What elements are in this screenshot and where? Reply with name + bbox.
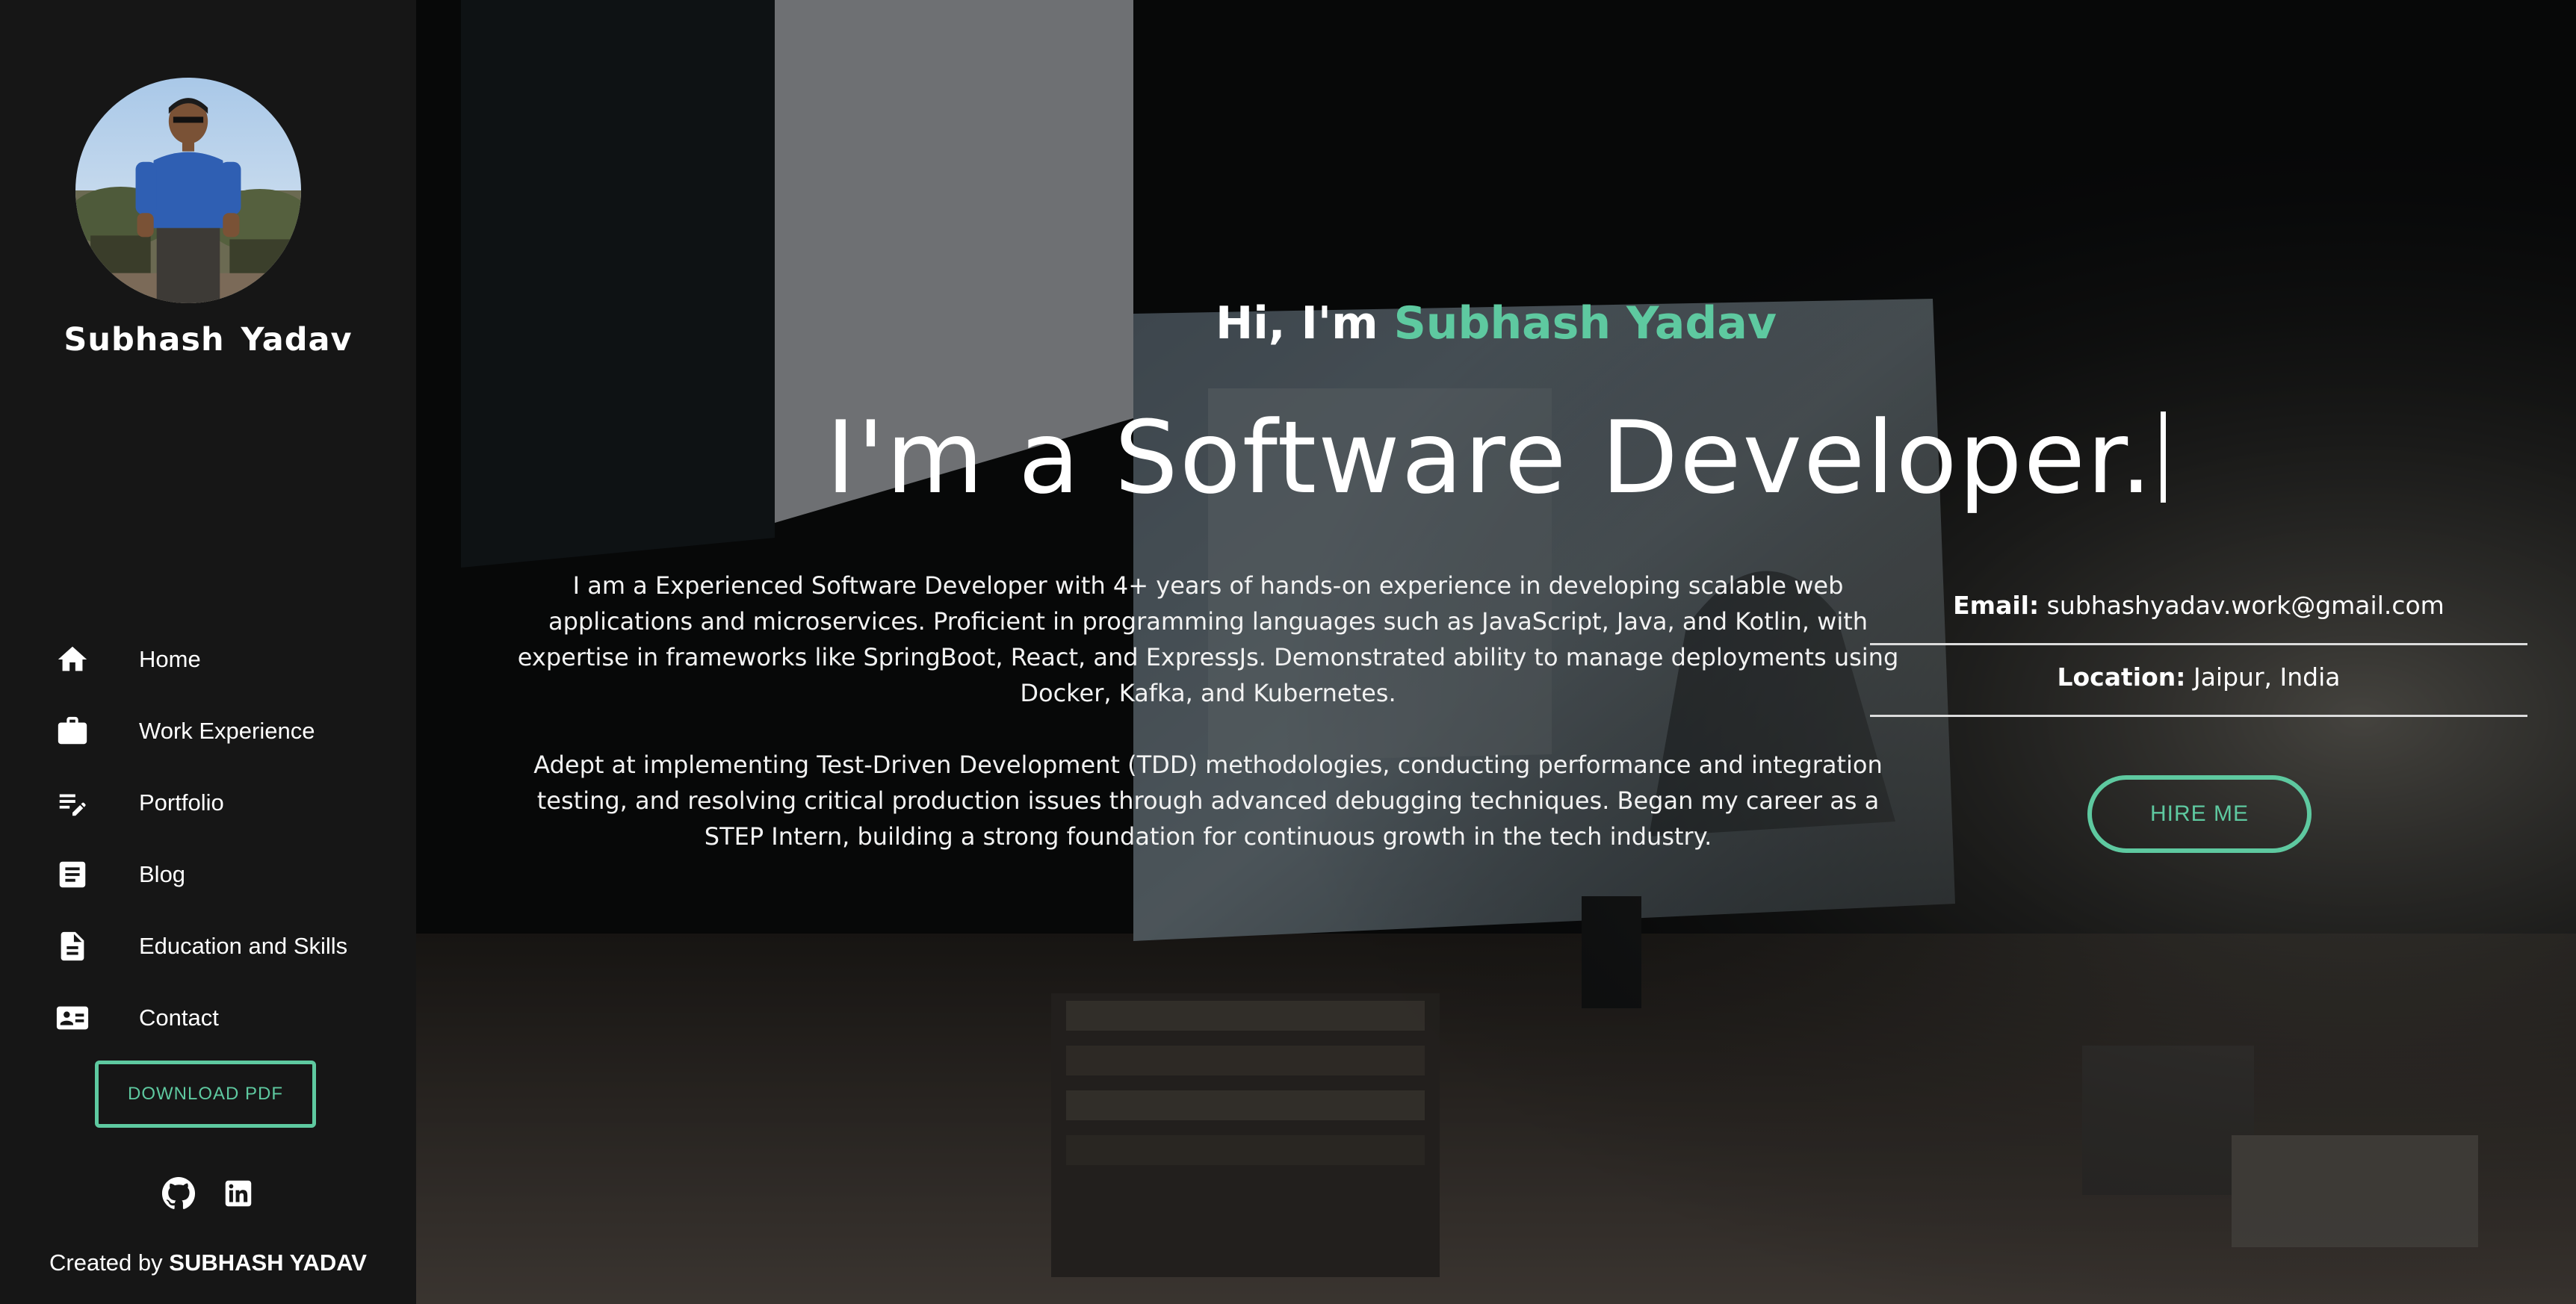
- nav-label: Contact: [139, 1005, 219, 1031]
- home-icon: [55, 642, 90, 677]
- nav-label: Home: [139, 646, 201, 672]
- hero-headline: I'm a Software Developer.: [416, 400, 2576, 516]
- document-icon: [55, 929, 90, 963]
- nav-label: Portfolio: [139, 789, 224, 816]
- about-paragraph: I am a Experienced Software Developer wi…: [517, 571, 1899, 707]
- profile-name: Subhash Yadav: [64, 321, 353, 358]
- location-row: Location: Jaipur, India: [1870, 645, 2527, 717]
- hire-me-button[interactable]: HIRE ME: [2087, 775, 2312, 853]
- sidebar: Subhash Yadav Home Work Experience Portf…: [0, 0, 416, 1304]
- edit-note-icon: [55, 786, 90, 820]
- email-row: Email: subhashyadav.work@gmail.com: [1870, 574, 2527, 645]
- article-icon: [55, 857, 90, 892]
- sidebar-nav: Home Work Experience Portfolio Blog Educ…: [0, 624, 416, 1054]
- email-label: Email:: [1953, 591, 2040, 620]
- nav-label: Education and Skills: [139, 933, 348, 959]
- greeting-prefix: Hi, I'm: [1216, 297, 1394, 350]
- contact-info: Email: subhashyadav.work@gmail.com Locat…: [1870, 574, 2527, 717]
- footer-credit: Created by SUBHASH YADAV: [0, 1249, 416, 1276]
- hero-greeting: Hi, I'm Subhash Yadav: [416, 297, 2576, 350]
- location-label: Location:: [2057, 662, 2186, 692]
- credit-name: SUBHASH YADAV: [169, 1249, 367, 1276]
- nav-label: Blog: [139, 861, 186, 887]
- profile-avatar: [75, 78, 301, 303]
- profile-photo: [75, 78, 301, 303]
- about-text: I am a Experienced Software Developer wi…: [513, 568, 1903, 890]
- headline-text: I'm a Software Developer.: [826, 400, 2154, 516]
- location-value: Jaipur, India: [2193, 662, 2341, 692]
- nav-item-blog[interactable]: Blog: [0, 839, 416, 910]
- github-icon[interactable]: [161, 1176, 196, 1211]
- briefcase-icon: [55, 714, 90, 748]
- nav-label: Work Experience: [139, 718, 315, 744]
- contact-card-icon: [55, 1001, 90, 1035]
- nav-item-portfolio[interactable]: Portfolio: [0, 767, 416, 839]
- email-value: subhashyadav.work@gmail.com: [2046, 591, 2445, 620]
- nav-item-work-experience[interactable]: Work Experience: [0, 695, 416, 767]
- nav-item-home[interactable]: Home: [0, 624, 416, 695]
- download-pdf-button[interactable]: DOWNLOAD PDF: [95, 1061, 316, 1128]
- nav-item-contact[interactable]: Contact: [0, 982, 416, 1054]
- hero-section: Hi, I'm Subhash Yadav I'm a Software Dev…: [416, 0, 2576, 1304]
- typing-cursor: [2161, 412, 2167, 503]
- about-paragraph: Adept at implementing Test-Driven Develo…: [533, 751, 1883, 851]
- greeting-name: Subhash Yadav: [1393, 297, 1777, 350]
- social-links: [0, 1176, 416, 1211]
- nav-item-education-and-skills[interactable]: Education and Skills: [0, 910, 416, 982]
- credit-prefix: Created by: [49, 1249, 170, 1276]
- linkedin-icon[interactable]: [221, 1176, 256, 1211]
